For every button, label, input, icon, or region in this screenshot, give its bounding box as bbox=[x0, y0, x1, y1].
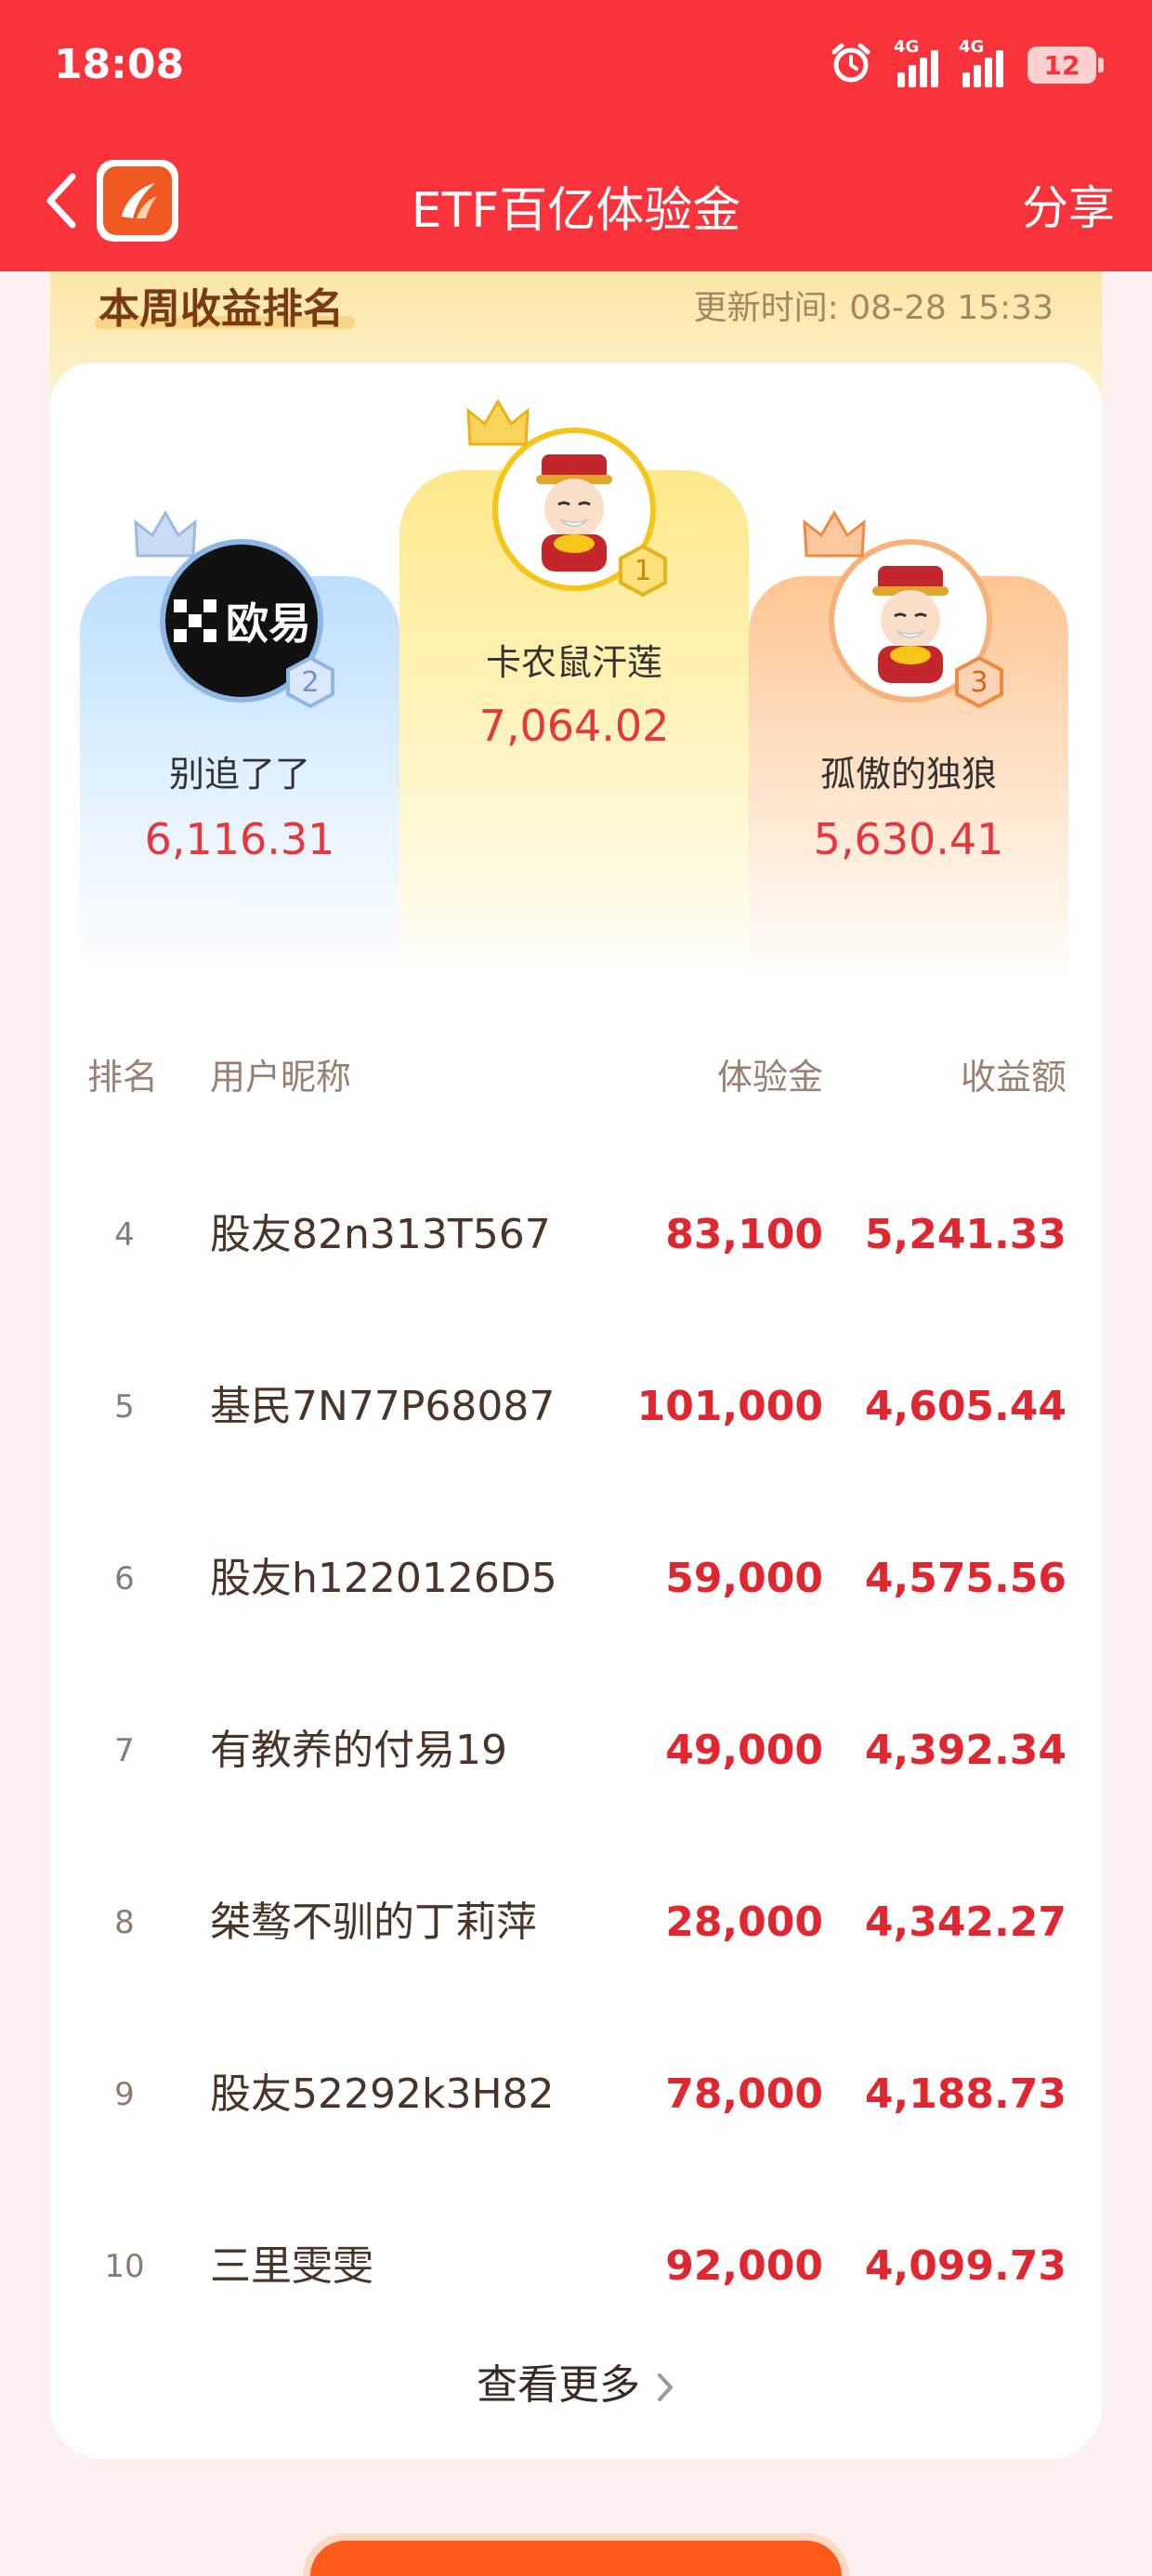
podium-value-second: 6,116.31 bbox=[144, 814, 335, 864]
ranking-panel: 欧易 2 1 3 别追了了 6,116.31 卡农鼠汗莲 7,064.02 孤傲… bbox=[50, 362, 1102, 2459]
row-rank: 7 bbox=[114, 1732, 135, 1769]
rank-badge-icon: 2 bbox=[286, 656, 334, 708]
crown-icon bbox=[134, 510, 197, 558]
row-rank: 4 bbox=[114, 1216, 135, 1254]
share-button[interactable]: 分享 bbox=[1022, 171, 1115, 238]
row-profit: 4,575.56 bbox=[864, 1555, 1067, 1602]
battery-level: 12 bbox=[1043, 49, 1080, 81]
row-user: 有教养的付易19 bbox=[210, 1727, 507, 1774]
row-rank: 8 bbox=[114, 1904, 135, 1941]
table-row: 8 桀骜不驯的丁莉萍 28,000 4,342.27 bbox=[50, 1836, 1102, 2009]
table-row: 5 基民7N77P68087 101,000 4,605.44 bbox=[50, 1321, 1102, 1493]
status-time: 18:08 bbox=[54, 41, 185, 88]
rank-badge-icon: 1 bbox=[619, 545, 667, 597]
row-profit: 4,342.27 bbox=[864, 1899, 1067, 1946]
view-more-button[interactable]: 查看更多 bbox=[50, 2351, 1102, 2411]
row-experience-fund: 28,000 bbox=[665, 1899, 823, 1946]
row-profit: 4,188.73 bbox=[864, 2070, 1067, 2118]
row-user: 股友h1220126D5 bbox=[210, 1555, 557, 1602]
row-experience-fund: 92,000 bbox=[665, 2242, 823, 2290]
table-row: 9 股友52292k3H82 78,000 4,188.73 bbox=[50, 2008, 1102, 2181]
page-title: ETF百亿体验金 bbox=[411, 183, 741, 239]
chevron-right-icon bbox=[658, 2373, 673, 2401]
table-header: 排名 用户昵称 体验金 收益额 bbox=[50, 1048, 1102, 1104]
podium-name-third: 孤傲的独狼 bbox=[819, 754, 997, 795]
table-row: 4 股友82n313T567 83,100 5,241.33 bbox=[50, 1149, 1102, 1321]
avatar[interactable]: 欧易 2 bbox=[134, 510, 334, 708]
row-user: 三里雯雯 bbox=[210, 2242, 373, 2290]
row-experience-fund: 59,000 bbox=[665, 1555, 823, 1602]
row-experience-fund: 49,000 bbox=[665, 1727, 823, 1774]
svg-text:1: 1 bbox=[634, 555, 651, 587]
rank-badge-icon: 3 bbox=[955, 656, 1003, 708]
header-user: 用户昵称 bbox=[210, 1057, 352, 1097]
row-user: 股友82n313T567 bbox=[210, 1211, 551, 1258]
podium-name-first: 卡农鼠汗莲 bbox=[485, 642, 662, 683]
podium-value-first: 7,064.02 bbox=[478, 701, 670, 751]
row-profit: 4,099.73 bbox=[864, 2242, 1067, 2290]
row-experience-fund: 101,000 bbox=[636, 1383, 823, 1430]
podium-name-second: 别追了了 bbox=[168, 754, 310, 795]
row-profit: 4,605.44 bbox=[864, 1383, 1067, 1430]
row-experience-fund: 78,000 bbox=[665, 2070, 823, 2118]
header-rank: 排名 bbox=[87, 1057, 159, 1097]
crown-icon bbox=[803, 510, 866, 558]
row-rank: 5 bbox=[114, 1388, 135, 1426]
signal-icon: 4G bbox=[959, 37, 1003, 87]
network-type-label: 4G bbox=[894, 37, 920, 57]
row-rank: 6 bbox=[114, 1560, 135, 1597]
svg-text:3: 3 bbox=[970, 666, 988, 699]
avatar[interactable]: 3 bbox=[803, 510, 1003, 708]
okx-icon bbox=[174, 599, 216, 642]
top-bar: 18:08 4G 4G 12 ETF百亿体验金 分享 bbox=[0, 0, 1152, 271]
table-row: 7 有教养的付易19 49,000 4,392.34 bbox=[50, 1664, 1102, 1837]
svg-text:2: 2 bbox=[301, 666, 319, 699]
network-type-label: 4G bbox=[959, 37, 985, 57]
row-rank: 9 bbox=[114, 2076, 135, 2113]
bottom-action-button[interactable] bbox=[303, 2533, 849, 2576]
avatar[interactable]: 1 bbox=[466, 399, 667, 597]
header-experience-fund: 体验金 bbox=[716, 1057, 823, 1097]
ranking-card: 本周收益排名 更新时间: 08-28 15:33 欧易 2 1 3 别追了了 6… bbox=[50, 271, 1102, 2459]
row-profit: 4,392.34 bbox=[864, 1727, 1067, 1774]
table-row: 10 三里雯雯 92,000 4,099.73 bbox=[50, 2180, 1102, 2353]
row-rank: 10 bbox=[104, 2248, 145, 2285]
avatar-text: 欧易 bbox=[226, 598, 311, 649]
row-user: 桀骜不驯的丁莉萍 bbox=[210, 1899, 537, 1946]
view-more-label: 查看更多 bbox=[477, 2361, 640, 2409]
crown-icon bbox=[466, 399, 530, 446]
row-user: 基民7N77P68087 bbox=[210, 1383, 556, 1430]
status-icons: 4G 4G 12 bbox=[829, 37, 1104, 93]
okx-logo: 欧易 bbox=[172, 590, 311, 651]
battery-icon: 12 bbox=[1028, 46, 1104, 84]
update-time: 更新时间: 08-28 15:33 bbox=[693, 289, 1054, 327]
row-experience-fund: 83,100 bbox=[665, 1211, 823, 1258]
row-user: 股友52292k3H82 bbox=[210, 2070, 555, 2118]
alarm-icon bbox=[829, 41, 873, 89]
podium-value-third: 5,630.41 bbox=[813, 814, 1004, 864]
signal-icon: 4G bbox=[894, 37, 938, 87]
header-profit: 收益额 bbox=[960, 1057, 1067, 1097]
table-row: 6 股友h1220126D5 59,000 4,575.56 bbox=[50, 1492, 1102, 1665]
weekly-ranking-title: 本周收益排名 bbox=[98, 285, 344, 333]
row-profit: 5,241.33 bbox=[864, 1211, 1067, 1258]
